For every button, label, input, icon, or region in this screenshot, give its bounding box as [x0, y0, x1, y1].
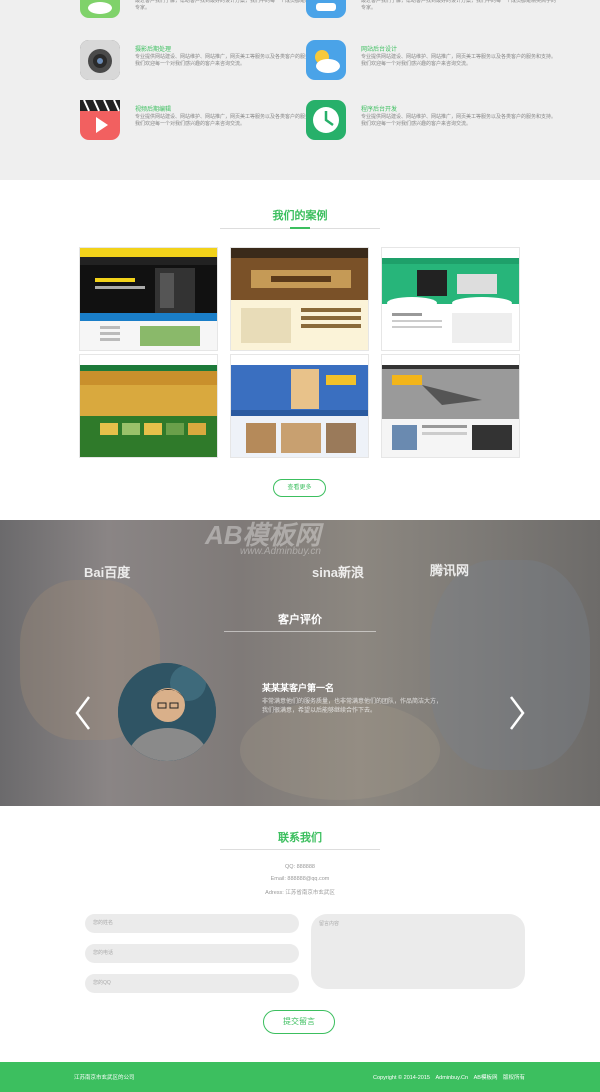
service-item[interactable]: 网站后台设计 专业提供网站建设、网站维护、网站推广，网页美工等服务以及各类客户的… [306, 40, 556, 90]
chevron-left-icon[interactable] [74, 695, 92, 731]
qq-field[interactable]: 您的QQ [85, 974, 299, 993]
case-thumbnail-1[interactable] [79, 247, 218, 351]
phone-field[interactable]: 您的电话 [85, 944, 299, 963]
service-desc: 最近客户我们了解，帮助客户找到最好的设计方案，我们中的每一个成员都是精英高手的专… [135, 0, 331, 11]
contact-email: Email: 888888@qq.com [270, 876, 330, 882]
service-title: 程序后台开发 [361, 107, 398, 113]
divider [220, 849, 380, 850]
partner-logo-qq[interactable]: 腾讯网 [430, 560, 469, 579]
chevron-right-icon[interactable] [508, 695, 526, 731]
footer-company: 江苏南京市玄武区的公司 [74, 1075, 135, 1081]
service-desc: 最近客户我们了解，帮助客户找到最好的设计方案，我们中的每一个成员都是精英高手的专… [361, 0, 557, 11]
testimonial-author: 某某某客户第一名 [262, 683, 335, 693]
case-thumbnail-4[interactable] [79, 354, 218, 458]
video-icon [80, 99, 120, 140]
divider-accent [290, 227, 310, 229]
divider [224, 631, 376, 632]
footer-link[interactable]: AB模板网 [474, 1075, 498, 1081]
testimonial-section: Bai百度 sina新浪 腾讯网 AB模板网 www.Adminbuy.cn 客… [0, 520, 600, 806]
service-item[interactable]: 视频后期编辑 专业提供网站建设、网站维护、网站推广，网页美工等服务以及各类客户的… [80, 99, 331, 150]
clock-icon [306, 100, 346, 140]
service-item: 最近客户我们了解，帮助客户找到最好的设计方案，我们中的每一个成员都是精英高手的专… [306, 0, 556, 28]
testimonial-text: 非常满意他们的服务质量，也非常满意他们的团队，作品简洁大方，我们很满意，希望以后… [262, 699, 443, 714]
location-icon [306, 0, 346, 18]
service-desc: 专业提供网站建设、网站维护、网站推广，网页美工等服务以及各类客户的服务和支持。我… [361, 54, 557, 67]
service-desc: 专业提供网站建设、网站维护、网站推广，网页美工等服务以及各类客户的服务和支持。我… [361, 114, 557, 127]
service-item[interactable]: 摄影后期处理 专业提供网站建设、网站维护、网站推广，网页美工等服务以及各类客户的… [80, 40, 330, 90]
name-field[interactable]: 您的姓名 [85, 914, 299, 933]
service-title: 网站后台设计 [361, 47, 398, 53]
service-title: 摄影后期处理 [135, 47, 172, 53]
service-desc: 专业提供网站建设、网站维护、网站推广，网页美工等服务以及各类客户的服务和支持。我… [135, 114, 331, 127]
message-field[interactable]: 留言内容 [311, 914, 525, 989]
submit-button[interactable]: 提交留言 [263, 1010, 335, 1034]
service-item: 最近客户我们了解，帮助客户找到最好的设计方案，我们中的每一个成员都是精英高手的专… [80, 0, 330, 28]
watermark-url: www.Adminbuy.cn [240, 546, 321, 557]
chat-icon [80, 0, 120, 18]
view-more-button[interactable]: 查看更多 [273, 479, 326, 497]
service-item[interactable]: 程序后台开发 专业提供网站建设、网站维护、网站推广，网页美工等服务以及各类客户的… [306, 100, 556, 150]
contact-qq: QQ: 888888 [285, 864, 315, 870]
footer-link[interactable]: 版权所有 [503, 1075, 525, 1081]
background-blur [430, 560, 590, 770]
footer-link[interactable]: Adminbuy.Cn [435, 1075, 468, 1081]
case-thumbnail-6[interactable] [381, 354, 520, 458]
footer: 江苏南京市玄武区的公司 Copyright © 2014-2015 Adminb… [0, 1062, 600, 1092]
weather-icon [306, 40, 346, 80]
footer-copyright: Copyright © 2014-2015 Adminbuy.Cn AB模板网 … [369, 1073, 525, 1081]
service-title: 视频后期编辑 [135, 107, 172, 113]
testimonial-title: 客户评价 [278, 614, 322, 626]
contact-title: 联系我们 [278, 832, 322, 844]
contact-address: Adress: 江苏省南京市玄武区 [265, 890, 335, 896]
services-section: 最近客户我们了解，帮助客户找到最好的设计方案，我们中的每一个成员都是精英高手的专… [0, 0, 600, 180]
avatar [118, 663, 216, 761]
case-thumbnail-2[interactable] [230, 247, 369, 351]
case-thumbnail-5[interactable] [230, 354, 369, 458]
camera-icon [80, 40, 120, 80]
service-desc: 专业提供网站建设、网站维护、网站推广，网页美工等服务以及各类客户的服务和支持。我… [135, 54, 331, 67]
cases-title: 我们的案例 [272, 210, 328, 222]
copyright-text: Copyright © 2014-2015 [372, 1075, 430, 1081]
partner-logo-sina[interactable]: sina新浪 [312, 562, 364, 581]
case-thumbnail-3[interactable] [381, 247, 520, 351]
partner-logo-baidu[interactable]: Bai百度 [84, 562, 130, 581]
